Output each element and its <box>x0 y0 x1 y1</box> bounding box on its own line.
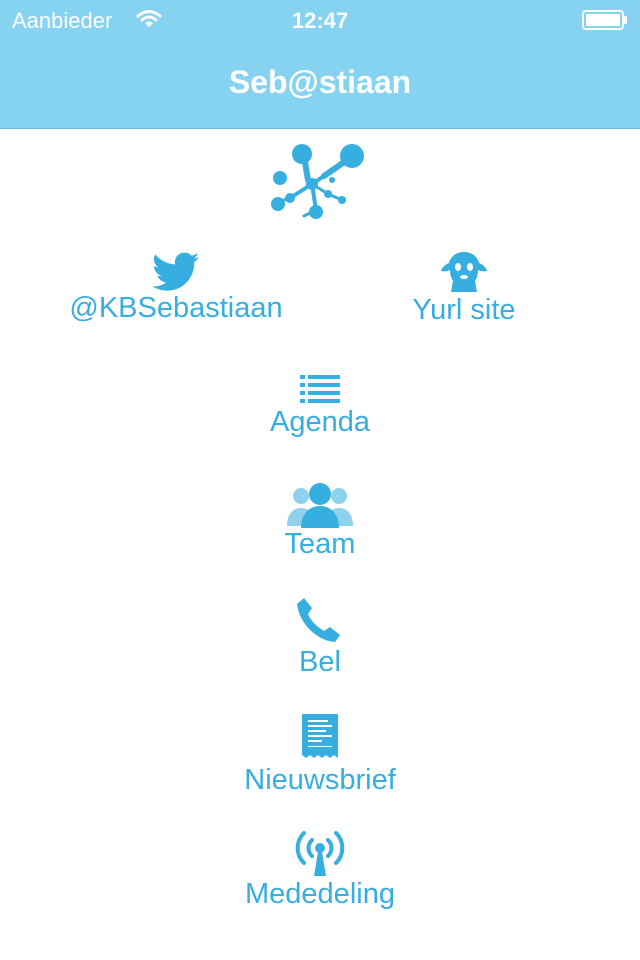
menu-item-nieuwsbrief[interactable]: Nieuwsbrief <box>220 712 420 796</box>
yurl-site-link[interactable]: Yurl site <box>384 250 544 326</box>
menu-item-mededeling[interactable]: Mededeling <box>200 828 440 910</box>
twitter-bird-icon <box>152 252 199 291</box>
menu-item-mededeling-label: Mededeling <box>245 878 395 910</box>
yurl-site-label: Yurl site <box>412 294 516 326</box>
page-title: Seb@stiaan <box>228 64 412 100</box>
twitter-link-label: @KBSebastiaan <box>69 292 283 324</box>
status-bar: Aanbieder 12:47 <box>0 0 640 40</box>
molecule-logo-icon <box>271 144 364 219</box>
clock: 12:47 <box>291 8 349 33</box>
menu-item-agenda[interactable]: Agenda <box>220 372 420 438</box>
menu-item-team-label: Team <box>284 528 356 560</box>
menu-item-bel[interactable]: Bel <box>220 596 420 678</box>
menu-item-agenda-label: Agenda <box>270 406 370 438</box>
broadcast-icon <box>295 831 345 876</box>
menu-item-nieuwsbrief-label: Nieuwsbrief <box>244 764 396 796</box>
list-icon <box>300 375 340 403</box>
menu-item-team[interactable]: Team <box>220 482 420 560</box>
navigation-bar: Aanbieder 12:47 Seb@stiaan <box>0 0 640 129</box>
newsletter-icon <box>302 714 338 758</box>
app-screen: Aanbieder 12:47 Seb@stiaan @KBSebastiaan… <box>0 0 640 960</box>
yurl-mascot-icon <box>441 252 487 292</box>
team-icon <box>287 483 353 528</box>
twitter-link[interactable]: @KBSebastiaan <box>64 252 288 324</box>
battery-icon <box>582 10 627 30</box>
phone-icon <box>297 598 340 642</box>
menu-item-bel-label: Bel <box>299 646 341 678</box>
